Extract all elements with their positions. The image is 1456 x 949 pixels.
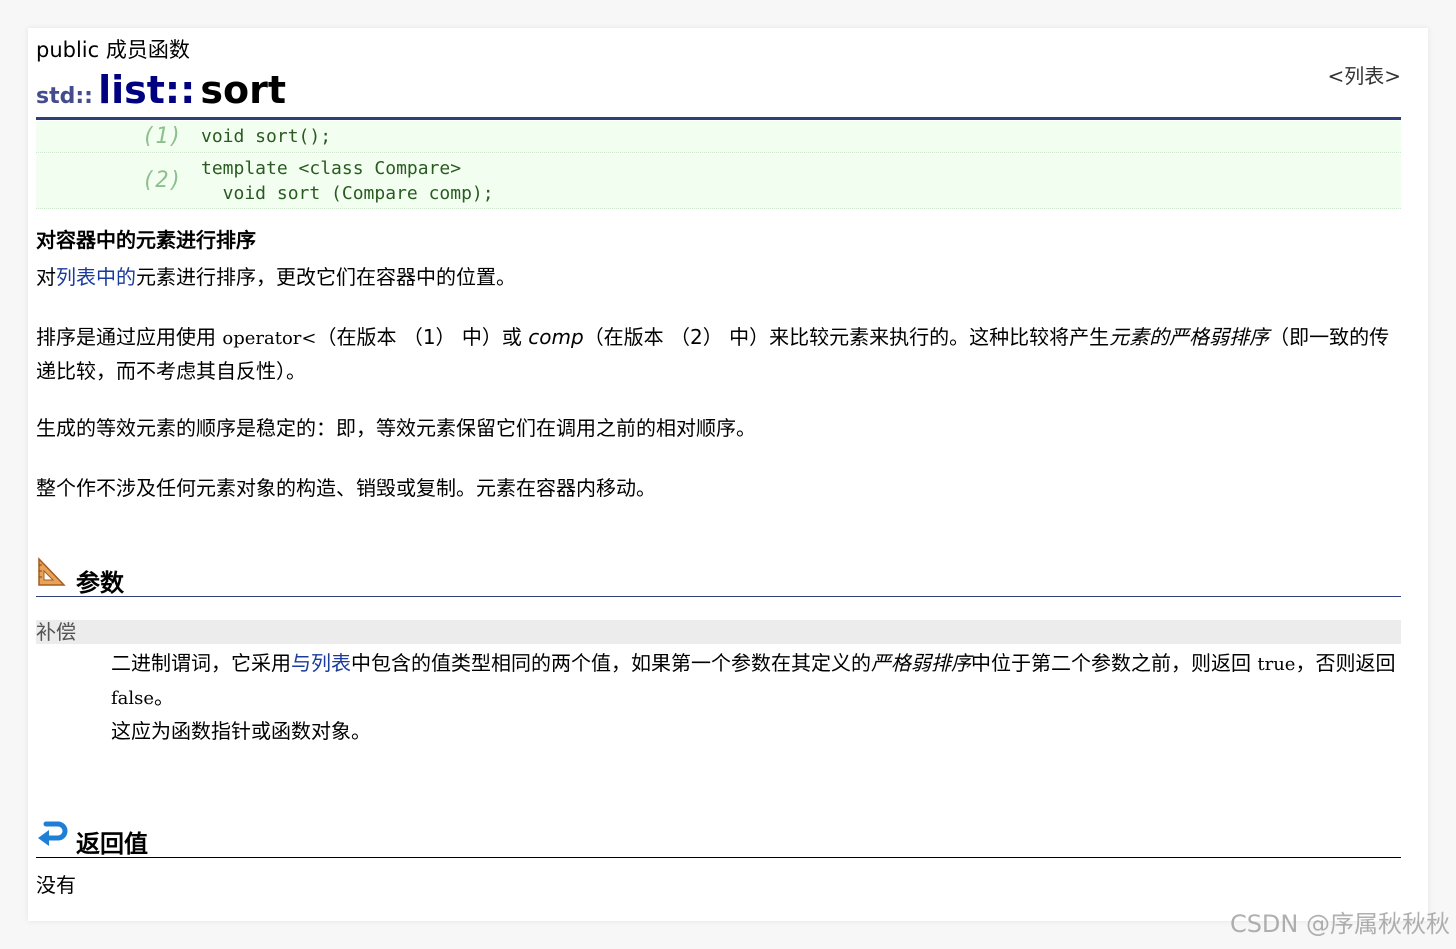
text: ，否则返回 [1295, 651, 1396, 675]
description-paragraph-2: 排序是通过应用使用 operator<（在版本 （1） 中）或 comp（在版本… [36, 321, 1401, 387]
reference-page: public 成员函数 std:: list:: sort <列表> (1) v… [28, 28, 1428, 921]
text: （在版本 （1） 中）或 [316, 325, 529, 349]
container-context-link[interactable]: <列表> [1327, 60, 1401, 89]
text: 中位于第二个参数之前，则返回 [971, 651, 1258, 675]
return-value-text: 没有 [36, 873, 76, 897]
namespace-label: std:: [36, 84, 93, 109]
param-description-line-2: 这应为函数指针或函数对象。 [111, 719, 371, 743]
param-description: 二进制谓词，它采用与列表中包含的值类型相同的两个值，如果第一个参数在其定义的严格… [111, 647, 1401, 747]
text: （在版本 （2） 中）来比较元素来执行的。这种比较将产生 [583, 325, 1110, 349]
list-link[interactable]: 列表中的 [56, 265, 136, 289]
text: 排序是通过应用使用 [36, 325, 223, 349]
description-paragraph-1: 对列表中的元素进行排序，更改它们在容器中的位置。 [36, 261, 1401, 293]
section-title: 参数 [76, 569, 124, 597]
prototype-number: (2) [142, 168, 182, 193]
prototype-code: template <class Compare> void sort (Comp… [201, 158, 494, 204]
return-arrow-icon [38, 821, 68, 846]
text: 元素进行排序，更改它们在容器中的位置。 [136, 265, 516, 289]
page-title: std:: list:: sort [36, 68, 286, 112]
text: 对 [36, 265, 56, 289]
comp-param-ref: comp [528, 325, 584, 349]
title-divider [36, 117, 1401, 120]
member-type-label: public 成员函数 [36, 38, 190, 62]
description-paragraph-4: 整个作不涉及任何元素对象的构造、销毁或复制。元素在容器内移动。 [36, 476, 656, 500]
watermark: CSDN @序属秋秋秋 [1229, 910, 1450, 938]
section-divider [36, 596, 1401, 597]
function-name: sort [200, 68, 287, 112]
prototype-code: void sort(); [201, 126, 332, 147]
param-name-comp: 补偿 [36, 620, 1401, 644]
prototype-row-2: (2) template <class Compare> void sort (… [36, 154, 1401, 209]
true-code: true [1257, 654, 1296, 675]
prototype-row-1: (1) void sort(); [36, 121, 1401, 153]
strict-weak-ordering-term: 严格弱排序 [871, 651, 971, 675]
parameters-section-header: 参数 [36, 557, 1401, 597]
strict-weak-ordering-term: 元素的严格弱排序 [1109, 325, 1270, 349]
prototype-number: (1) [142, 124, 182, 149]
text: 二进制谓词，它采用 [111, 651, 291, 675]
ruler-triangle-icon [38, 557, 66, 586]
param-description-line-1: 二进制谓词，它采用与列表中包含的值类型相同的两个值，如果第一个参数在其定义的严格… [111, 647, 1401, 715]
text: 中包含的值类型相同的两个值，如果第一个参数在其定义的 [351, 651, 871, 675]
false-code: false [111, 688, 155, 709]
operator-code: operator< [222, 328, 317, 349]
class-name-link[interactable]: list:: [98, 68, 195, 112]
text: 。 [154, 685, 175, 709]
description-paragraph-3: 生成的等效元素的顺序是稳定的：即，等效元素保留它们在调用之前的相对顺序。 [36, 416, 756, 440]
section-title: 返回值 [76, 830, 148, 858]
summary-heading: 对容器中的元素进行排序 [36, 228, 256, 252]
section-divider [36, 857, 1401, 858]
list-link[interactable]: 与列表 [291, 651, 351, 675]
return-section-header: 返回值 [36, 818, 1401, 858]
